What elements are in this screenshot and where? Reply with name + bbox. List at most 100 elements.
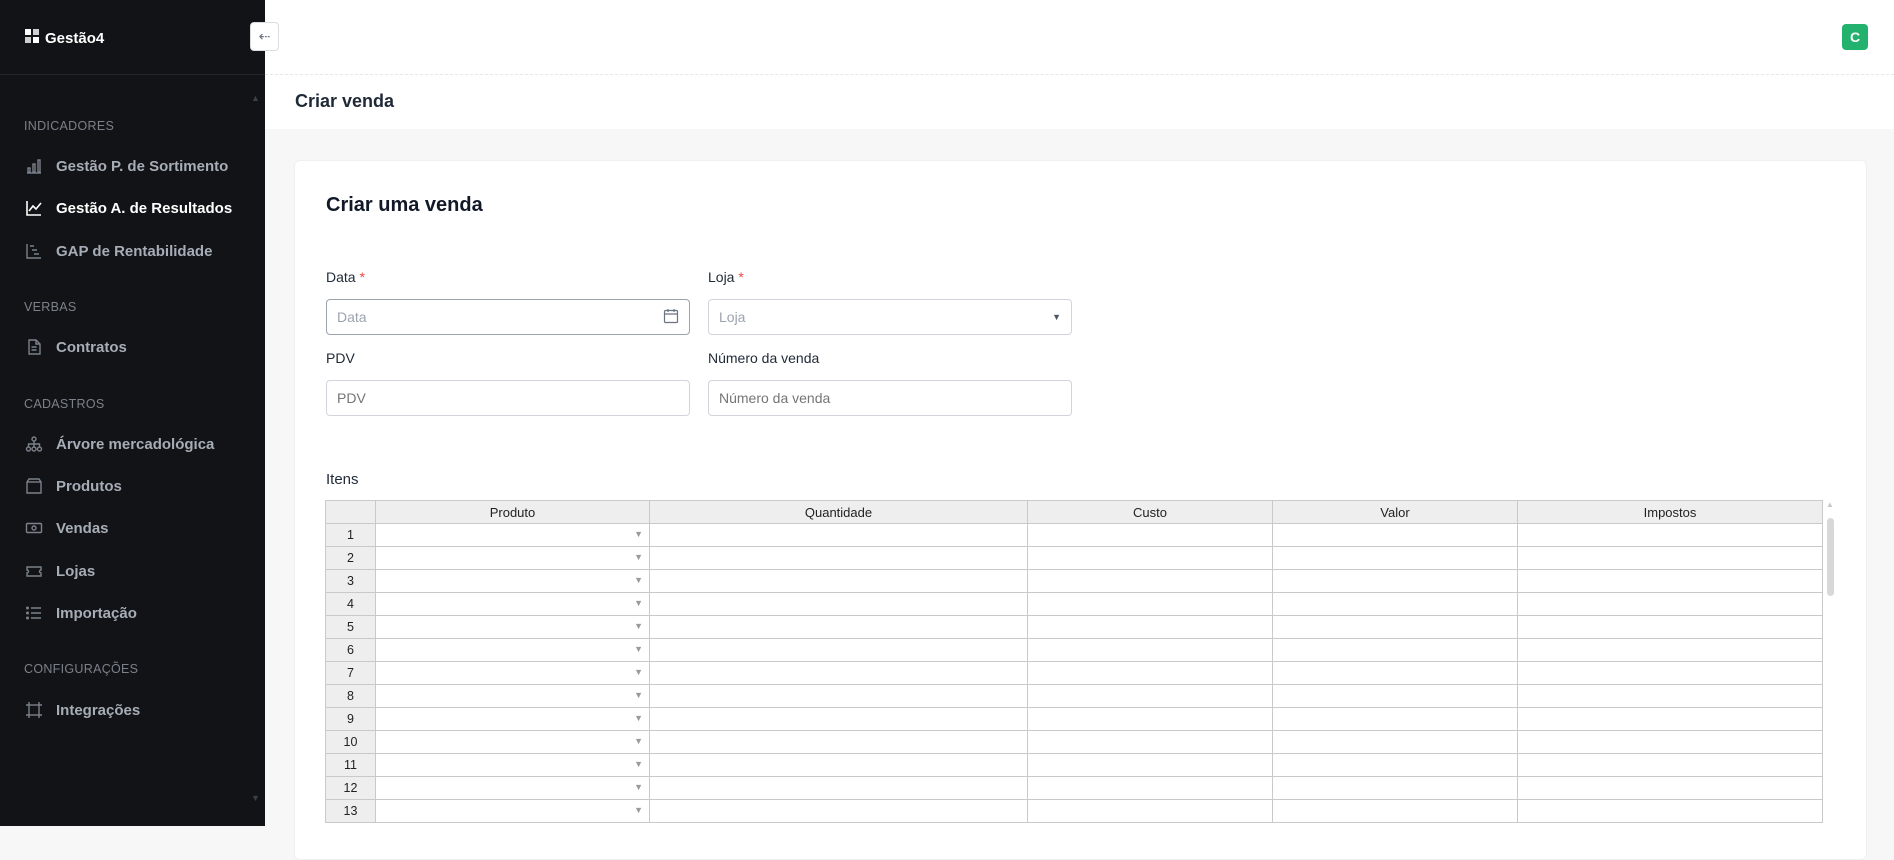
dropdown-arrow-icon[interactable]: ▼ [634, 644, 643, 654]
row-number[interactable]: 8 [325, 684, 376, 708]
dropdown-arrow-icon[interactable]: ▼ [634, 552, 643, 562]
cell-custo[interactable] [1027, 523, 1273, 547]
row-number[interactable]: 10 [325, 730, 376, 754]
sidebar-scroll-up-icon[interactable]: ▲ [251, 93, 260, 103]
cell-valor[interactable] [1272, 730, 1518, 754]
cell-impostos[interactable] [1517, 753, 1823, 777]
cell-valor[interactable] [1272, 707, 1518, 731]
dropdown-arrow-icon[interactable]: ▼ [634, 736, 643, 746]
column-header-impostos[interactable]: Impostos [1517, 500, 1823, 524]
cell-produto[interactable]: ▼ [375, 776, 650, 800]
dropdown-arrow-icon[interactable]: ▼ [634, 667, 643, 677]
numero-venda-input[interactable] [708, 380, 1072, 416]
cell-custo[interactable] [1027, 799, 1273, 823]
cell-custo[interactable] [1027, 569, 1273, 593]
row-number[interactable]: 9 [325, 707, 376, 731]
column-header-custo[interactable]: Custo [1027, 500, 1273, 524]
cell-custo[interactable] [1027, 753, 1273, 777]
cell-quantidade[interactable] [649, 753, 1028, 777]
dropdown-arrow-icon[interactable]: ▼ [634, 621, 643, 631]
cell-produto[interactable]: ▼ [375, 523, 650, 547]
scroll-up-icon[interactable]: ▲ [1826, 500, 1834, 509]
app-logo[interactable]: Gestão4 [24, 28, 104, 49]
cell-produto[interactable]: ▼ [375, 661, 650, 685]
cell-produto[interactable]: ▼ [375, 730, 650, 754]
cell-produto[interactable]: ▼ [375, 799, 650, 823]
avatar[interactable]: C [1842, 24, 1868, 50]
cell-quantidade[interactable] [649, 546, 1028, 570]
cell-quantidade[interactable] [649, 638, 1028, 662]
cell-impostos[interactable] [1517, 707, 1823, 731]
cell-produto[interactable]: ▼ [375, 569, 650, 593]
column-header-valor[interactable]: Valor [1272, 500, 1518, 524]
cell-impostos[interactable] [1517, 546, 1823, 570]
cell-valor[interactable] [1272, 638, 1518, 662]
cell-produto[interactable]: ▼ [375, 592, 650, 616]
cell-produto[interactable]: ▼ [375, 615, 650, 639]
cell-custo[interactable] [1027, 661, 1273, 685]
cell-custo[interactable] [1027, 707, 1273, 731]
cell-quantidade[interactable] [649, 684, 1028, 708]
cell-quantidade[interactable] [649, 707, 1028, 731]
cell-produto[interactable]: ▼ [375, 638, 650, 662]
cell-valor[interactable] [1272, 799, 1518, 823]
cell-valor[interactable] [1272, 684, 1518, 708]
cell-quantidade[interactable] [649, 799, 1028, 823]
cell-valor[interactable] [1272, 546, 1518, 570]
cell-valor[interactable] [1272, 661, 1518, 685]
dropdown-arrow-icon[interactable]: ▼ [634, 575, 643, 585]
sidebar-item-importacao[interactable]: Importação [24, 603, 137, 623]
row-number[interactable]: 6 [325, 638, 376, 662]
row-number[interactable]: 1 [325, 523, 376, 547]
sidebar-item-lojas[interactable]: Lojas [24, 561, 95, 581]
row-number[interactable]: 13 [325, 799, 376, 823]
cell-valor[interactable] [1272, 523, 1518, 547]
dropdown-arrow-icon[interactable]: ▼ [634, 759, 643, 769]
cell-quantidade[interactable] [649, 569, 1028, 593]
cell-impostos[interactable] [1517, 592, 1823, 616]
sidebar-item-gestao-sortimento[interactable]: Gestão P. de Sortimento [24, 156, 228, 176]
dropdown-arrow-icon[interactable]: ▼ [634, 782, 643, 792]
cell-impostos[interactable] [1517, 730, 1823, 754]
row-number[interactable]: 12 [325, 776, 376, 800]
cell-quantidade[interactable] [649, 730, 1028, 754]
pdv-input[interactable] [326, 380, 690, 416]
sidebar-item-gap-rentabilidade[interactable]: GAP de Rentabilidade [24, 241, 212, 261]
row-number[interactable]: 3 [325, 569, 376, 593]
cell-impostos[interactable] [1517, 776, 1823, 800]
cell-impostos[interactable] [1517, 523, 1823, 547]
cell-impostos[interactable] [1517, 569, 1823, 593]
cell-produto[interactable]: ▼ [375, 546, 650, 570]
cell-produto[interactable]: ▼ [375, 684, 650, 708]
cell-quantidade[interactable] [649, 615, 1028, 639]
dropdown-arrow-icon[interactable]: ▼ [634, 713, 643, 723]
row-number[interactable]: 2 [325, 546, 376, 570]
dropdown-arrow-icon[interactable]: ▼ [634, 690, 643, 700]
row-number[interactable]: 5 [325, 615, 376, 639]
cell-custo[interactable] [1027, 684, 1273, 708]
dropdown-arrow-icon[interactable]: ▼ [634, 598, 643, 608]
loja-select[interactable]: Loja ▼ [708, 299, 1072, 335]
sidebar-item-produtos[interactable]: Produtos [24, 476, 122, 496]
calendar-icon[interactable] [663, 308, 679, 327]
cell-custo[interactable] [1027, 615, 1273, 639]
data-field[interactable]: Data [326, 299, 690, 335]
row-number[interactable]: 7 [325, 661, 376, 685]
cell-valor[interactable] [1272, 569, 1518, 593]
column-header-produto[interactable]: Produto [375, 500, 650, 524]
cell-quantidade[interactable] [649, 592, 1028, 616]
row-number[interactable]: 4 [325, 592, 376, 616]
cell-impostos[interactable] [1517, 615, 1823, 639]
cell-quantidade[interactable] [649, 523, 1028, 547]
grid-scrollbar[interactable]: ▲ [1825, 500, 1835, 845]
cell-produto[interactable]: ▼ [375, 753, 650, 777]
cell-custo[interactable] [1027, 730, 1273, 754]
cell-impostos[interactable] [1517, 684, 1823, 708]
sidebar-item-contratos[interactable]: Contratos [24, 337, 127, 357]
cell-produto[interactable]: ▼ [375, 707, 650, 731]
cell-custo[interactable] [1027, 638, 1273, 662]
cell-custo[interactable] [1027, 592, 1273, 616]
cell-impostos[interactable] [1517, 661, 1823, 685]
dropdown-arrow-icon[interactable]: ▼ [634, 805, 643, 815]
cell-valor[interactable] [1272, 776, 1518, 800]
